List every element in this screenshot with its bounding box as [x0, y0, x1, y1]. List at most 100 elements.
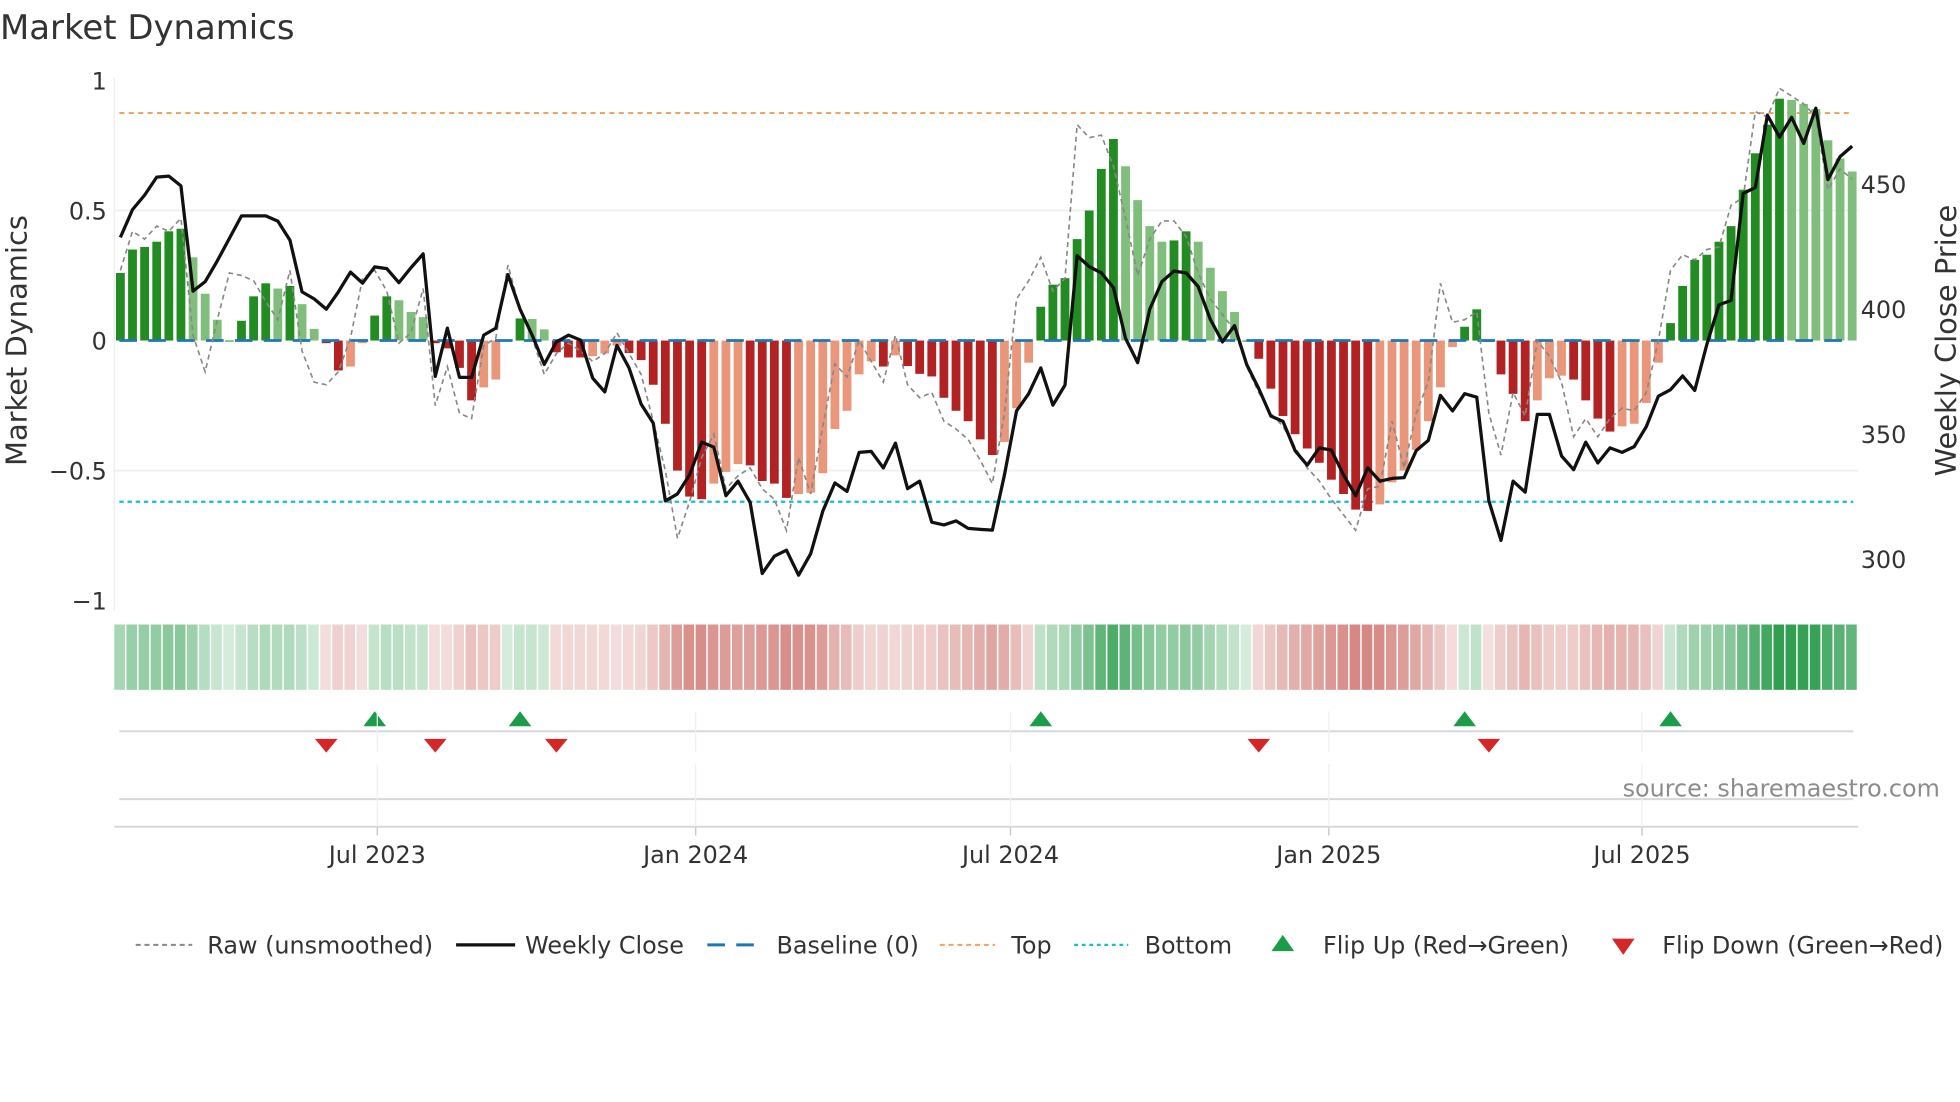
market-dynamics-chart: Market Dynamics 1 0.5 0 −0.5 −1 450 400 350 300… [0, 8, 1960, 960]
dynamics-bar [806, 340, 816, 493]
y-tick-label: −1 [72, 587, 107, 615]
heatmap-cell [1204, 624, 1215, 690]
dynamics-bar [636, 340, 646, 361]
heatmap-cell [1058, 624, 1070, 690]
heatmap-cell [1373, 624, 1385, 690]
heatmap-cell [271, 624, 283, 690]
heatmap-cell [974, 624, 985, 690]
dynamics-bar [1314, 340, 1324, 463]
chart-title: Market Dynamics [0, 8, 295, 47]
x-tick-label: Jul 2023 [327, 841, 426, 869]
heatmap-cell [211, 624, 222, 690]
dynamics-bar [176, 228, 186, 341]
heatmap-cell [998, 624, 1009, 690]
reference-lines [119, 111, 1854, 503]
flip-down-marker [1477, 738, 1501, 753]
heatmap-cell [283, 624, 295, 690]
dynamics-bar [673, 340, 682, 471]
dynamics-bar [1363, 340, 1373, 511]
heatmap-cell [1289, 624, 1300, 690]
heatmap-cell [913, 624, 925, 690]
dynamics-bar [830, 340, 840, 429]
heatmap-cell [162, 624, 174, 690]
dynamics-bar [224, 340, 234, 342]
dynamics-bar [1254, 340, 1264, 359]
dynamics-bar [115, 272, 125, 341]
heatmap-cell [1785, 624, 1797, 690]
legend: Raw (unsmoothed) Weekly Close Baseline (… [135, 932, 1943, 960]
regime-heatmap-strip [114, 624, 1857, 690]
dynamics-bar [648, 340, 658, 385]
legend-raw-label: Raw (unsmoothed) [207, 932, 433, 960]
heatmap-cell [574, 624, 586, 690]
dynamics-bar [1557, 340, 1566, 376]
dynamics-bar [782, 340, 791, 498]
heatmap-cell [1458, 624, 1470, 690]
heatmap-cell [865, 624, 876, 690]
heatmap-cell [1616, 624, 1627, 690]
heatmap-cell [550, 624, 561, 690]
heatmap-cell [840, 624, 852, 690]
heatmap-cell [986, 624, 997, 690]
dynamics-bar [200, 293, 210, 341]
heatmap-cell [356, 624, 368, 690]
dynamics-bar [915, 340, 925, 374]
heatmap-cell [1821, 624, 1833, 690]
heatmap-cell [174, 624, 186, 690]
heatmap-cell [1725, 624, 1736, 690]
dynamics-bar [1121, 166, 1130, 341]
heatmap-cell [804, 624, 816, 690]
heatmap-cell [889, 624, 901, 690]
dynamics-bar [1763, 124, 1772, 341]
heatmap-cell [1398, 624, 1409, 690]
heatmap-cell [1737, 624, 1748, 690]
dynamics-bar [1520, 340, 1530, 422]
dynamics-bar [491, 340, 501, 380]
dynamics-bar [1835, 158, 1845, 341]
x-tick-label: Jan 2025 [1274, 841, 1381, 869]
dynamics-bar [1302, 340, 1312, 449]
heatmap-cell [465, 624, 477, 690]
dynamics-bar [1629, 340, 1639, 424]
dynamics-bar [1181, 231, 1191, 341]
heatmap-cell [223, 624, 234, 690]
dynamics-bar [1024, 340, 1034, 363]
dynamics-bar [903, 340, 912, 367]
heatmap-cell [744, 624, 755, 690]
heatmap-cell [538, 624, 549, 690]
dynamics-bar [273, 288, 283, 341]
dynamics-bar [1205, 267, 1215, 341]
heatmap-cell [1434, 624, 1445, 690]
dynamics-bar [1290, 340, 1300, 435]
dynamics-bar [285, 285, 295, 341]
heatmap-cell [1676, 624, 1688, 690]
y2-axis-title: Weekly Close Price [1929, 205, 1960, 477]
heatmap-cell [1834, 624, 1845, 690]
dynamics-bar [1411, 340, 1421, 450]
heatmap-cell [320, 624, 331, 690]
heatmap-cell [780, 624, 792, 690]
heatmap-cell [1385, 624, 1397, 690]
heatmap-cell [683, 624, 695, 690]
heatmap-cell [937, 624, 949, 690]
heatmap-cell [1264, 624, 1276, 690]
heatmap-cell [1470, 624, 1482, 690]
dynamics-bar [1278, 340, 1288, 416]
heatmap-cell [901, 624, 913, 690]
dynamics-bar [660, 340, 670, 424]
heatmap-cell [186, 624, 198, 690]
heatmap-cell [562, 624, 574, 690]
dynamics-bar [939, 340, 949, 398]
heatmap-cell [828, 624, 840, 690]
dynamics-bar [237, 320, 246, 341]
heatmap-cell [235, 624, 247, 690]
heatmap-cell [1519, 624, 1530, 690]
heatmap-cell [768, 624, 779, 690]
y2-tick-label: 450 [1861, 171, 1907, 199]
heatmap-cell [1167, 624, 1179, 690]
dynamics-bar [346, 340, 355, 367]
heatmap-cell [756, 624, 767, 690]
heatmap-cell [1143, 624, 1155, 690]
dynamics-bar [1036, 306, 1046, 341]
heatmap-cell [1664, 624, 1676, 690]
